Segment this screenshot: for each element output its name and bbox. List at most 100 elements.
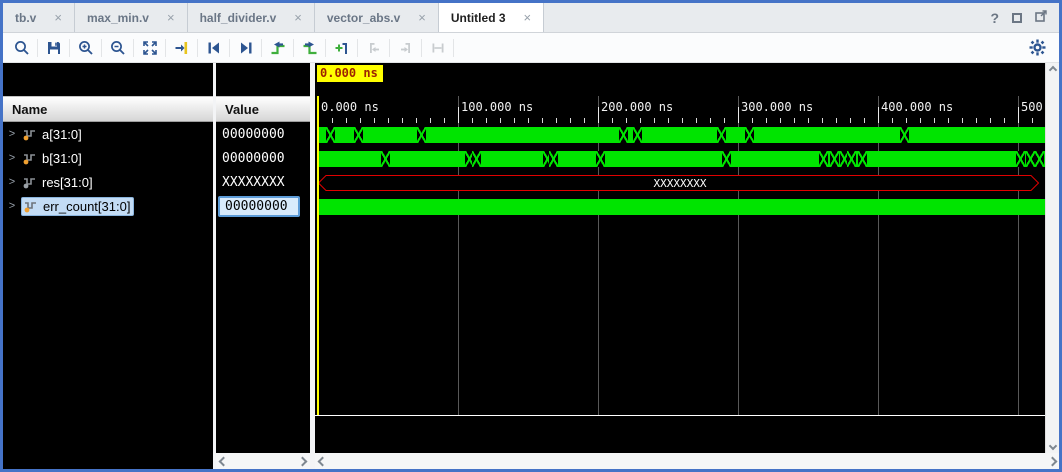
scroll-right-icon[interactable] (1047, 456, 1057, 466)
previous-edge-icon[interactable] (264, 36, 291, 60)
waveform-panel: 0.000 ns 0.000 ns100.000 ns200.000 ns300… (315, 63, 1059, 469)
previous-transition-icon[interactable] (200, 36, 227, 60)
ruler-minor-tick (542, 118, 543, 123)
wave-row-a[31:0][interactable] (315, 123, 1045, 147)
value-horizontal-scrollbar[interactable] (216, 453, 310, 469)
close-icon[interactable]: × (54, 10, 62, 25)
ruler-minor-tick (402, 118, 403, 123)
value-cell-b[interactable]: 00000000 (216, 146, 310, 170)
ruler-minor-tick (346, 118, 347, 123)
ruler-minor-tick (668, 118, 669, 123)
scroll-up-icon[interactable] (1048, 66, 1056, 74)
signal-row-err_count[interactable]: > err_count[31:0] (3, 194, 213, 218)
tab-tb.v[interactable]: tb.v × (3, 3, 75, 32)
signal-name: err_count[31:0] (43, 199, 130, 214)
maximize-icon[interactable] (1012, 13, 1022, 23)
close-icon[interactable]: × (418, 10, 426, 25)
signal-row-b[interactable]: > b[31:0] (3, 146, 213, 170)
next-transition-icon[interactable] (232, 36, 259, 60)
go-to-time-cursor-icon[interactable] (168, 36, 195, 60)
wave-row-b[31:0][interactable] (315, 147, 1045, 171)
signal-row-a[interactable]: > a[31:0] (3, 122, 213, 146)
ruler-minor-tick (892, 118, 893, 123)
ruler-minor-tick (514, 118, 515, 123)
bus-transition-mark (819, 151, 828, 167)
ruler-time-label: 300.000 ns (741, 100, 813, 114)
ruler-minor-tick (990, 118, 991, 123)
ruler-minor-tick (836, 118, 837, 123)
value-cell-err_count[interactable]: 00000000 (216, 194, 310, 218)
ruler-minor-tick (682, 118, 683, 123)
signal-row-res[interactable]: > res[31:0] (3, 170, 213, 194)
bus-transition-mark (717, 127, 726, 143)
wave-vertical-scrollbar[interactable] (1045, 63, 1059, 453)
save-waveform-icon[interactable] (40, 36, 67, 60)
next-marker-icon (392, 36, 419, 60)
tab-vector_abs.v[interactable]: vector_abs.v × (315, 3, 439, 32)
zoom-out-icon[interactable] (104, 36, 131, 60)
ruler-minor-tick (976, 118, 977, 123)
tab-half_divider.v[interactable]: half_divider.v × (188, 3, 315, 32)
toolbar-separator (101, 39, 102, 57)
signal-name-panel: Name > a[31:0] > b[31:0] (3, 63, 213, 469)
ruler-minor-tick (1032, 118, 1033, 123)
zoom-in-icon[interactable] (72, 36, 99, 60)
waveform-canvas[interactable]: 0.000 ns 0.000 ns100.000 ns200.000 ns300… (315, 63, 1045, 453)
wave-main-area: Name > a[31:0] > b[31:0] (3, 63, 1059, 469)
tab-label: vector_abs.v (327, 11, 400, 25)
swap-cursors-icon (424, 36, 451, 60)
ruler-minor-tick (500, 118, 501, 123)
ruler-minor-tick (612, 118, 613, 123)
close-icon[interactable]: × (294, 10, 302, 25)
close-icon[interactable]: × (524, 10, 532, 25)
ruler-minor-tick (360, 118, 361, 123)
wave-bottom-line (315, 415, 1045, 416)
value-cell-a[interactable]: 00000000 (216, 122, 310, 146)
wave-row-err_count[31:0][interactable] (315, 195, 1045, 219)
bus-transition-mark (722, 151, 731, 167)
toolbar-separator (229, 39, 230, 57)
ruler-minor-tick (780, 118, 781, 123)
ruler-minor-tick (556, 118, 557, 123)
toolbar-separator (325, 39, 326, 57)
ruler-time-label: 400.000 ns (881, 100, 953, 114)
tab-max_min.v[interactable]: max_min.v × (75, 3, 188, 32)
value-cell-res[interactable]: XXXXXXXX (216, 170, 310, 194)
ruler-minor-tick (710, 118, 711, 123)
bus-transition-mark (633, 127, 642, 143)
tab-untitled-3[interactable]: Untitled 3 × (439, 3, 544, 32)
settings-gear-icon[interactable] (1024, 36, 1051, 60)
bus-transition-mark (900, 127, 909, 143)
bus-transition-mark (549, 151, 558, 167)
ruler-time-label: 200.000 ns (601, 100, 673, 114)
signal-name-rows: > a[31:0] > b[31:0] > (3, 122, 213, 469)
time-cursor-line[interactable] (317, 96, 319, 415)
ruler-time-label: 500.000 ns (1021, 100, 1045, 114)
add-marker-icon[interactable] (328, 36, 355, 60)
ruler-major-tick (878, 107, 879, 123)
close-icon[interactable]: × (167, 10, 175, 25)
expand-arrow-icon[interactable]: > (3, 128, 21, 140)
find-icon[interactable] (8, 36, 35, 60)
next-edge-icon[interactable] (296, 36, 323, 60)
ruler-minor-tick (332, 118, 333, 123)
help-icon[interactable]: ? (990, 10, 999, 26)
name-column-header: Name (3, 96, 213, 122)
scroll-left-icon[interactable] (219, 456, 229, 466)
float-window-icon[interactable] (1035, 9, 1047, 27)
tab-label: half_divider.v (200, 11, 277, 25)
scrollbar-corner[interactable] (1045, 453, 1059, 469)
scroll-down-icon[interactable] (1048, 442, 1056, 450)
scroll-right-icon[interactable] (298, 456, 308, 466)
toolbar-separator (197, 39, 198, 57)
cursor-time-badge[interactable]: 0.000 ns (317, 65, 383, 82)
scroll-left-icon[interactable] (318, 456, 328, 466)
expand-arrow-icon[interactable]: > (3, 152, 21, 164)
zoom-fit-icon[interactable] (136, 36, 163, 60)
expand-arrow-icon[interactable]: > (3, 176, 21, 188)
expand-arrow-icon[interactable]: > (3, 200, 21, 212)
selected-value-box[interactable]: 00000000 (218, 196, 300, 217)
bus-signal-icon (23, 200, 38, 213)
wave-horizontal-scrollbar[interactable] (315, 453, 1045, 469)
wave-row-res[31:0][interactable]: XXXXXXXX (315, 171, 1045, 195)
